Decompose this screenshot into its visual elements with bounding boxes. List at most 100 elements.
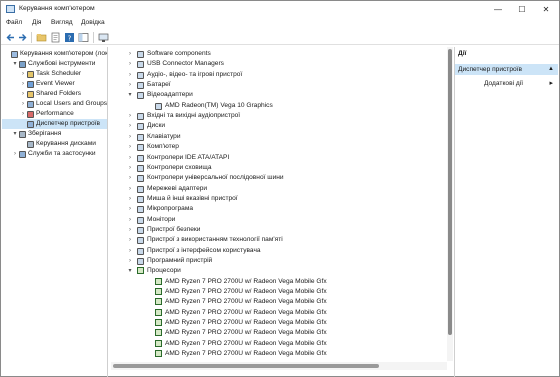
device-label: Диски <box>147 122 166 130</box>
device-category[interactable]: › Пристрої з використанням технології пам… <box>111 235 446 245</box>
device-category[interactable]: › Системні пристрої <box>111 360 446 362</box>
collapse-arrow-icon[interactable]: › <box>20 89 26 99</box>
nav-tree-item[interactable]: › Shared Folders <box>2 89 107 99</box>
device-category[interactable]: › Мікропрограма <box>111 204 446 214</box>
collapse-arrow-icon[interactable]: › <box>127 111 133 121</box>
device-category[interactable]: › Пристрої безпеки <box>111 225 446 235</box>
collapse-arrow-icon[interactable]: › <box>127 225 133 235</box>
collapse-arrow-icon[interactable]: › <box>12 149 18 159</box>
device-category[interactable]: › Батареї <box>111 80 446 90</box>
nav-tree-item[interactable]: Керування комп'ютером (лока <box>2 49 107 59</box>
device-category[interactable]: › Диски <box>111 121 446 131</box>
collapse-arrow-icon[interactable]: › <box>127 360 133 362</box>
device-label: AMD Radeon(TM) Vega 10 Graphics <box>165 101 273 109</box>
device-category[interactable]: ▾ Відеоадаптери <box>111 90 446 100</box>
collapse-arrow-icon[interactable]: › <box>127 246 133 256</box>
collapse-arrow-icon[interactable]: › <box>127 215 133 225</box>
help-icon[interactable]: ? <box>64 32 75 43</box>
collapse-arrow-icon[interactable]: › <box>127 49 133 59</box>
maximize-button[interactable]: ☐ <box>511 1 533 18</box>
nav-tree-item-label: Event Viewer <box>36 80 75 87</box>
keyboard-icon <box>137 133 144 141</box>
collapse-arrow-icon[interactable]: › <box>20 69 26 79</box>
nav-tree-item[interactable]: › Служби та застосунки <box>2 149 107 159</box>
device-item[interactable]: AMD Ryzen 7 PRO 2700U w/ Radeon Vega Mob… <box>111 328 446 338</box>
nav-tree-item[interactable]: › Local Users and Groups <box>2 99 107 109</box>
menu-help[interactable]: Довідка <box>81 19 105 26</box>
device-category[interactable]: › Вхідні та вихідні аудіопристрої <box>111 111 446 121</box>
device-category[interactable]: › Аудіо-, відео- та ігрові пристрої <box>111 70 446 80</box>
collapse-arrow-icon[interactable]: › <box>127 163 133 173</box>
back-icon[interactable] <box>5 32 16 43</box>
collapse-arrow-icon[interactable]: › <box>127 132 133 142</box>
security-device-icon <box>137 226 144 234</box>
device-category[interactable]: › Контролери універсальної послідовної ши… <box>111 173 446 183</box>
menu-action[interactable]: Дія <box>32 19 42 26</box>
device-category[interactable]: › Контролери сховища <box>111 163 446 173</box>
nav-tree-item[interactable]: Диспетчер пристроїв <box>2 119 107 129</box>
more-actions-item[interactable]: Додаткові дії ▸ <box>455 78 558 89</box>
nav-tree-item[interactable]: ▾ Службові інструменти <box>2 59 107 69</box>
collapse-arrow-icon[interactable]: › <box>127 184 133 194</box>
nav-tree-item[interactable]: › Event Viewer <box>2 79 107 89</box>
collapse-arrow-icon[interactable]: › <box>127 153 133 163</box>
device-category[interactable]: › Програмний пристрій <box>111 256 446 266</box>
device-category[interactable]: › USB Connector Managers <box>111 59 446 69</box>
device-category[interactable]: › Контролери IDE ATA/ATAPI <box>111 153 446 163</box>
device-item[interactable]: AMD Radeon(TM) Vega 10 Graphics <box>111 101 446 111</box>
up-level-icon[interactable] <box>36 32 47 43</box>
device-category[interactable]: › Пристрої з інтерфейсом користувача <box>111 246 446 256</box>
nav-tree-item[interactable]: ▾ Зберігання <box>2 129 107 139</box>
collapse-arrow-icon[interactable]: › <box>127 173 133 183</box>
scan-hardware-icon[interactable] <box>98 32 109 43</box>
clock-icon <box>27 71 34 78</box>
expand-arrow-icon[interactable]: ▾ <box>127 90 133 100</box>
device-item[interactable]: AMD Ryzen 7 PRO 2700U w/ Radeon Vega Mob… <box>111 297 446 307</box>
device-category[interactable]: › Монітори <box>111 215 446 225</box>
expand-arrow-icon[interactable]: ▾ <box>12 129 18 139</box>
device-item[interactable]: AMD Ryzen 7 PRO 2700U w/ Radeon Vega Mob… <box>111 349 446 359</box>
device-category[interactable]: ▾ Процесори <box>111 266 446 276</box>
device-label: AMD Ryzen 7 PRO 2700U w/ Radeon Vega Mob… <box>165 308 327 316</box>
horizontal-scrollbar-thumb[interactable] <box>113 364 379 368</box>
show-hide-tree-icon[interactable] <box>78 32 89 43</box>
vertical-scrollbar-thumb[interactable] <box>448 49 452 335</box>
device-item[interactable]: AMD Ryzen 7 PRO 2700U w/ Radeon Vega Mob… <box>111 318 446 328</box>
actions-section-device-manager[interactable]: Диспетчер пристроїв ▲ <box>455 64 558 75</box>
device-category[interactable]: › Мережеві адаптери <box>111 184 446 194</box>
expand-arrow-icon[interactable]: ▾ <box>12 59 18 69</box>
device-category[interactable]: › Комп'ютер <box>111 142 446 152</box>
collapse-arrow-icon[interactable]: › <box>127 70 133 80</box>
collapse-arrow-icon[interactable]: › <box>127 194 133 204</box>
collapse-arrow-icon[interactable]: › <box>20 99 26 109</box>
device-item[interactable]: AMD Ryzen 7 PRO 2700U w/ Radeon Vega Mob… <box>111 287 446 297</box>
collapse-arrow-icon[interactable]: › <box>127 142 133 152</box>
ide-controller-icon <box>137 154 144 162</box>
collapse-arrow-icon[interactable]: › <box>20 109 26 119</box>
collapse-arrow-icon[interactable]: › <box>127 59 133 69</box>
collapse-arrow-icon[interactable]: › <box>20 79 26 89</box>
device-item[interactable]: AMD Ryzen 7 PRO 2700U w/ Radeon Vega Mob… <box>111 308 446 318</box>
collapse-arrow-icon[interactable]: ▲ <box>548 64 554 75</box>
minimize-button[interactable]: — <box>487 1 509 18</box>
menu-file[interactable]: Файл <box>6 19 22 26</box>
collapse-arrow-icon[interactable]: › <box>127 235 133 245</box>
collapse-arrow-icon[interactable]: › <box>127 80 133 90</box>
device-category[interactable]: › Клавіатури <box>111 132 446 142</box>
device-category[interactable]: › Software components <box>111 49 446 59</box>
device-item[interactable]: AMD Ryzen 7 PRO 2700U w/ Radeon Vega Mob… <box>111 339 446 349</box>
device-item[interactable]: AMD Ryzen 7 PRO 2700U w/ Radeon Vega Mob… <box>111 277 446 287</box>
nav-tree-item[interactable]: › Performance <box>2 109 107 119</box>
close-button[interactable]: ✕ <box>535 1 557 18</box>
nav-tree-item[interactable]: › Task Scheduler <box>2 69 107 79</box>
menu-view[interactable]: Вигляд <box>51 19 73 26</box>
properties-icon[interactable] <box>50 32 61 43</box>
expand-arrow-icon[interactable]: ▾ <box>127 266 133 276</box>
device-category[interactable]: › Миша й інші вказівні пристрої <box>111 194 446 204</box>
collapse-arrow-icon[interactable]: › <box>127 204 133 214</box>
forward-icon[interactable] <box>17 32 28 43</box>
collapse-arrow-icon[interactable]: › <box>127 256 133 266</box>
collapse-arrow-icon[interactable]: › <box>127 121 133 131</box>
navigation-tree: Керування комп'ютером (лока ▾ Службові інс… <box>2 47 108 377</box>
nav-tree-item[interactable]: Керування дисками <box>2 139 107 149</box>
